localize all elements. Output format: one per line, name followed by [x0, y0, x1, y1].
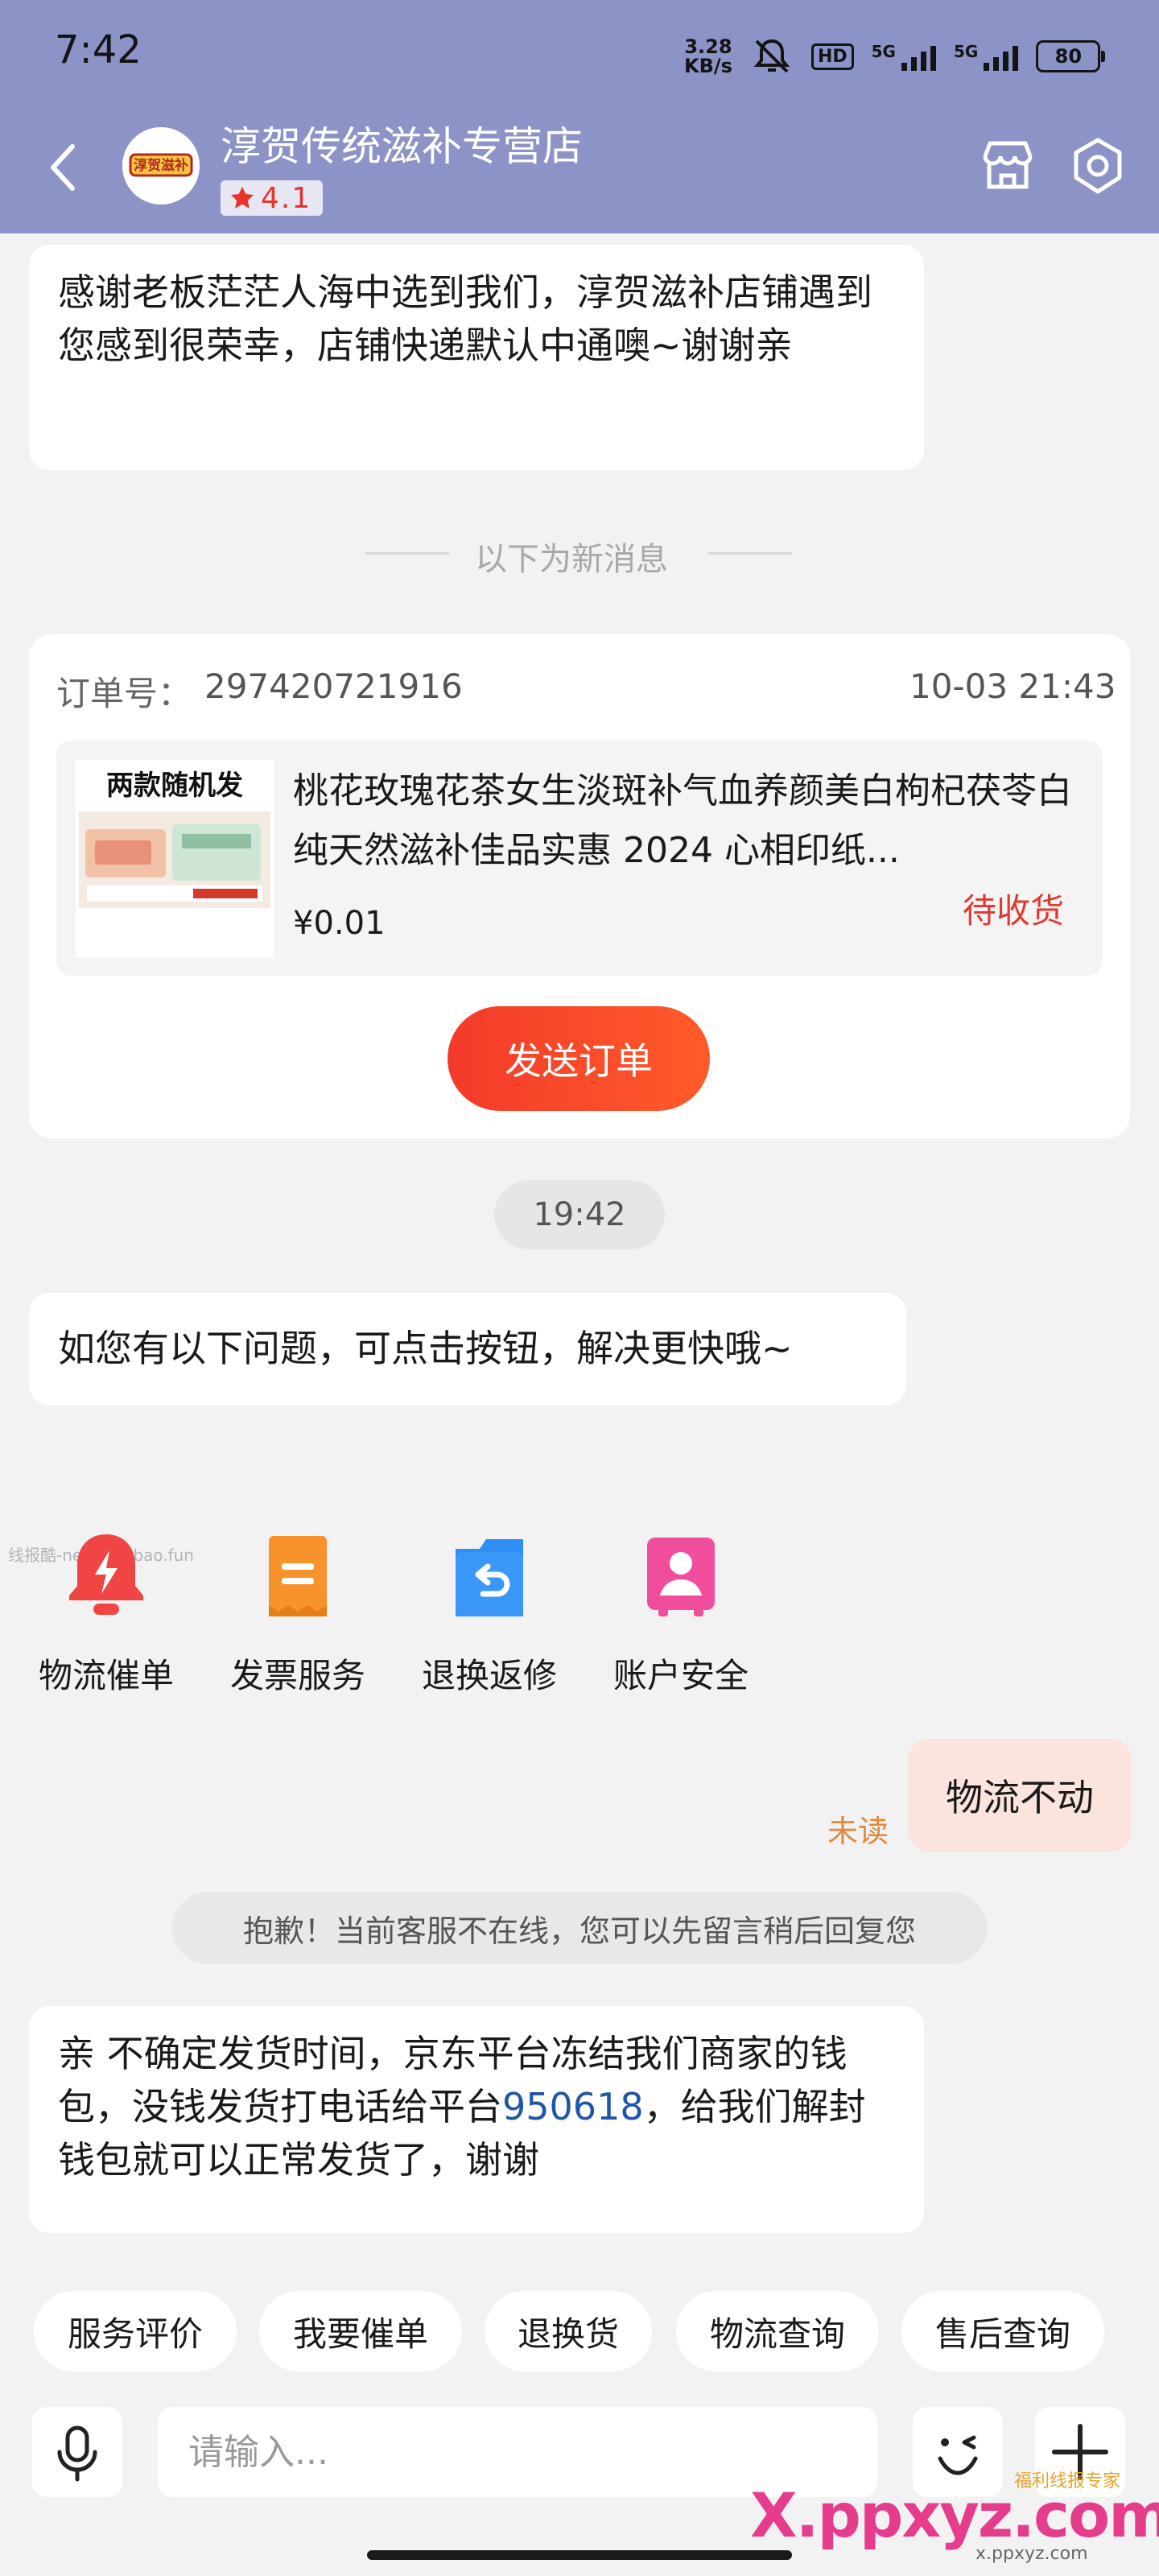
- invoice-icon: [269, 1536, 327, 1616]
- chip-logistics-query[interactable]: 物流查询: [676, 2291, 879, 2372]
- watermark-logo: X.ppxyz.com: [750, 2479, 1159, 2551]
- quick-action-invoice[interactable]: 发票服务: [217, 1528, 378, 1721]
- signal-icon: 5G: [872, 42, 936, 71]
- star-icon: [230, 186, 254, 208]
- back-button[interactable]: [39, 135, 87, 200]
- status-time: 7:42: [55, 27, 142, 72]
- shop-message-reply: 亲 不确定发货时间，京东平台冻结我们商家的钱包，没钱发货打电话给平台950618…: [29, 2006, 924, 2233]
- rating-badge: 4.1: [221, 180, 324, 216]
- shop-message-help: 如您有以下问题，可点击按钮，解决更快哦~: [29, 1293, 906, 1406]
- order-status: 待收货: [963, 891, 1065, 931]
- chip-return-exchange[interactable]: 退换货: [485, 2291, 652, 2372]
- hd-badge: HD: [810, 43, 854, 70]
- quick-action-label: 物流催单: [38, 1656, 174, 1695]
- logistics-urge-icon: [69, 1534, 143, 1615]
- store-icon[interactable]: [977, 135, 1038, 196]
- microphone-icon: [57, 2425, 97, 2482]
- chip-service-rating[interactable]: 服务评价: [34, 2291, 237, 2372]
- chip-after-sale-query[interactable]: 售后查询: [901, 2291, 1104, 2372]
- order-number-label: 订单号：: [56, 674, 192, 713]
- send-order-button[interactable]: 发送订单: [448, 1006, 710, 1111]
- chip-urge-order[interactable]: 我要催单: [259, 2291, 462, 2372]
- quick-action-account-security[interactable]: 账户安全: [600, 1528, 761, 1721]
- quick-action-label: 账户安全: [612, 1656, 749, 1695]
- watermark-subtext: x.ppxyz.com: [975, 2544, 1088, 2564]
- net-speed: 3.28 KB/s: [684, 35, 732, 77]
- phone-number-link[interactable]: 950618: [502, 2085, 644, 2128]
- quick-action-return[interactable]: 退换返修: [409, 1528, 570, 1721]
- product-price: ¥0.01: [293, 905, 386, 942]
- product-thumbnail-caption: 两款随机发: [106, 770, 243, 802]
- voice-button[interactable]: [32, 2407, 122, 2497]
- account-security-icon: [647, 1538, 715, 1616]
- svg-text:淳贺滋补: 淳贺滋补: [134, 157, 188, 174]
- return-icon: [456, 1539, 523, 1616]
- settings-icon[interactable]: [1066, 134, 1130, 198]
- shop-name[interactable]: 淳贺传统滋补专营店: [221, 114, 583, 172]
- status-icons: 3.28 KB/s HD 5G 5G 80: [684, 32, 1106, 80]
- quick-action-label: 发票服务: [229, 1656, 365, 1695]
- divider-line: [365, 552, 449, 555]
- shop-avatar[interactable]: 淳贺滋补: [122, 127, 200, 204]
- rating-value: 4.1: [261, 181, 312, 215]
- timestamp-chip: 19:42: [494, 1180, 665, 1249]
- home-indicator[interactable]: [367, 2550, 792, 2560]
- divider-line: [708, 552, 792, 555]
- order-date: 10-03 21:43: [909, 667, 1116, 706]
- quick-action-logistics-urge[interactable]: 物流催单: [26, 1528, 187, 1721]
- quick-action-label: 退换返修: [421, 1656, 557, 1695]
- unread-label: 未读: [827, 1814, 889, 1849]
- user-message: 物流不动: [908, 1739, 1132, 1852]
- shop-message-thanks: 感谢老板茫茫人海中选到我们，淳贺滋补店铺遇到您感到很荣幸，店铺快递默认中通噢~谢…: [29, 245, 924, 470]
- battery-icon: 80: [1036, 40, 1106, 72]
- product-title[interactable]: 桃花玫瑰花茶女生淡斑补气血养颜美白枸杞茯苓白纯天然滋补佳品实惠 2024 心相印…: [293, 762, 1090, 881]
- offline-notice: 抱歉！当前客服不在线，您可以先留言稍后回复您: [172, 1892, 987, 1964]
- signal-icon: 5G: [954, 42, 1019, 71]
- mute-icon: [753, 39, 790, 73]
- new-messages-divider: 以下为新消息: [475, 541, 668, 578]
- shop-logo: 淳贺滋补: [122, 127, 200, 204]
- order-number: 297420721916: [204, 667, 463, 706]
